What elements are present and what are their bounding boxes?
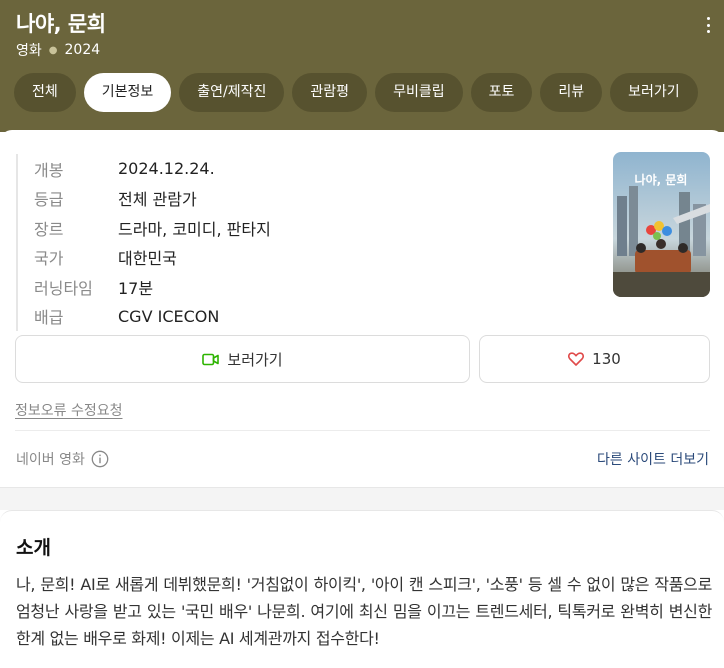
info-row-genre: 장르 드라마, 코미디, 판타지: [34, 213, 271, 243]
info-row-country: 국가 대한민국: [34, 243, 271, 273]
intro-card: 소개 나, 문희! AI로 새롭게 데뷔했문희! '거침없이 하이킥', '아이…: [0, 510, 724, 668]
info-icon[interactable]: [91, 450, 109, 468]
tab-reviews[interactable]: 리뷰: [540, 73, 603, 112]
page-title: 나야, 문희: [16, 12, 106, 36]
info-value: 17분: [118, 278, 154, 298]
heart-icon: [568, 352, 585, 366]
video-camera-icon: [202, 353, 220, 365]
source-label: 네이버 영화: [16, 449, 109, 469]
report-error-link[interactable]: 정보오류 수정요청: [15, 400, 123, 420]
info-value: 전체 관람가: [118, 190, 197, 210]
tab-movie-clips[interactable]: 무비클립: [375, 73, 463, 112]
intro-title: 소개: [16, 537, 51, 559]
tab-all[interactable]: 전체: [14, 73, 76, 112]
source-name: 네이버 영화: [16, 452, 85, 468]
info-value: 2024.12.24.: [118, 159, 215, 179]
info-row-runtime: 러닝타임 17분: [34, 272, 271, 302]
poster-title: 나야, 문희: [635, 172, 688, 187]
year-label: 2024: [64, 42, 101, 58]
info-list: 개봉 2024.12.24. 등급 전체 관람가 장르 드라마, 코미디, 판타…: [16, 154, 271, 331]
info-key: 개봉: [34, 160, 64, 180]
watch-label: 보러가기: [227, 350, 283, 369]
tab-reviews-rating[interactable]: 관람평: [292, 73, 368, 112]
more-sites-link[interactable]: 다른 사이트 더보기: [597, 449, 709, 469]
separator-dot: ●: [48, 44, 58, 56]
info-key: 배급: [34, 308, 64, 328]
info-row-release: 개봉 2024.12.24.: [34, 154, 271, 184]
info-row-distributor: 배급 CGV ICECON: [34, 302, 271, 332]
info-value: 드라마, 코미디, 판타지: [118, 219, 271, 239]
info-key: 장르: [34, 219, 64, 239]
movie-poster[interactable]: 나야, 문희: [613, 152, 710, 297]
info-value: CGV ICECON: [118, 306, 220, 326]
like-count: 130: [592, 350, 621, 368]
info-value: 대한민국: [118, 249, 177, 269]
page-header: 나야, 문희 영화 ● 2024 전체 기본정보 출연/제작진 관람평 무비클립…: [0, 0, 724, 132]
basic-info-card: 개봉 2024.12.24. 등급 전체 관람가 장르 드라마, 코미디, 판타…: [0, 130, 724, 488]
category-label: 영화: [16, 43, 42, 59]
info-row-rating: 등급 전체 관람가: [34, 184, 271, 214]
info-key: 러닝타임: [34, 278, 93, 298]
tab-bar: 전체 기본정보 출연/제작진 관람평 무비클립 포토 리뷰 보러가기: [14, 73, 706, 112]
divider: [15, 430, 710, 431]
tab-cast-crew[interactable]: 출연/제작진: [179, 73, 285, 112]
intro-text: 나, 문희! AI로 새롭게 데뷔했문희! '거침없이 하이킥', '아이 캔 …: [16, 575, 712, 648]
watch-button[interactable]: 보러가기: [15, 335, 470, 383]
tab-basic-info[interactable]: 기본정보: [83, 73, 172, 112]
like-button[interactable]: 130: [479, 335, 710, 383]
info-key: 등급: [34, 190, 64, 210]
tab-watch[interactable]: 보러가기: [610, 73, 698, 112]
more-options-icon[interactable]: [700, 14, 716, 36]
section-gap: [0, 488, 724, 510]
info-key: 국가: [34, 249, 64, 269]
page-subtitle: 영화 ● 2024: [16, 40, 100, 60]
tab-photos[interactable]: 포토: [470, 73, 533, 112]
